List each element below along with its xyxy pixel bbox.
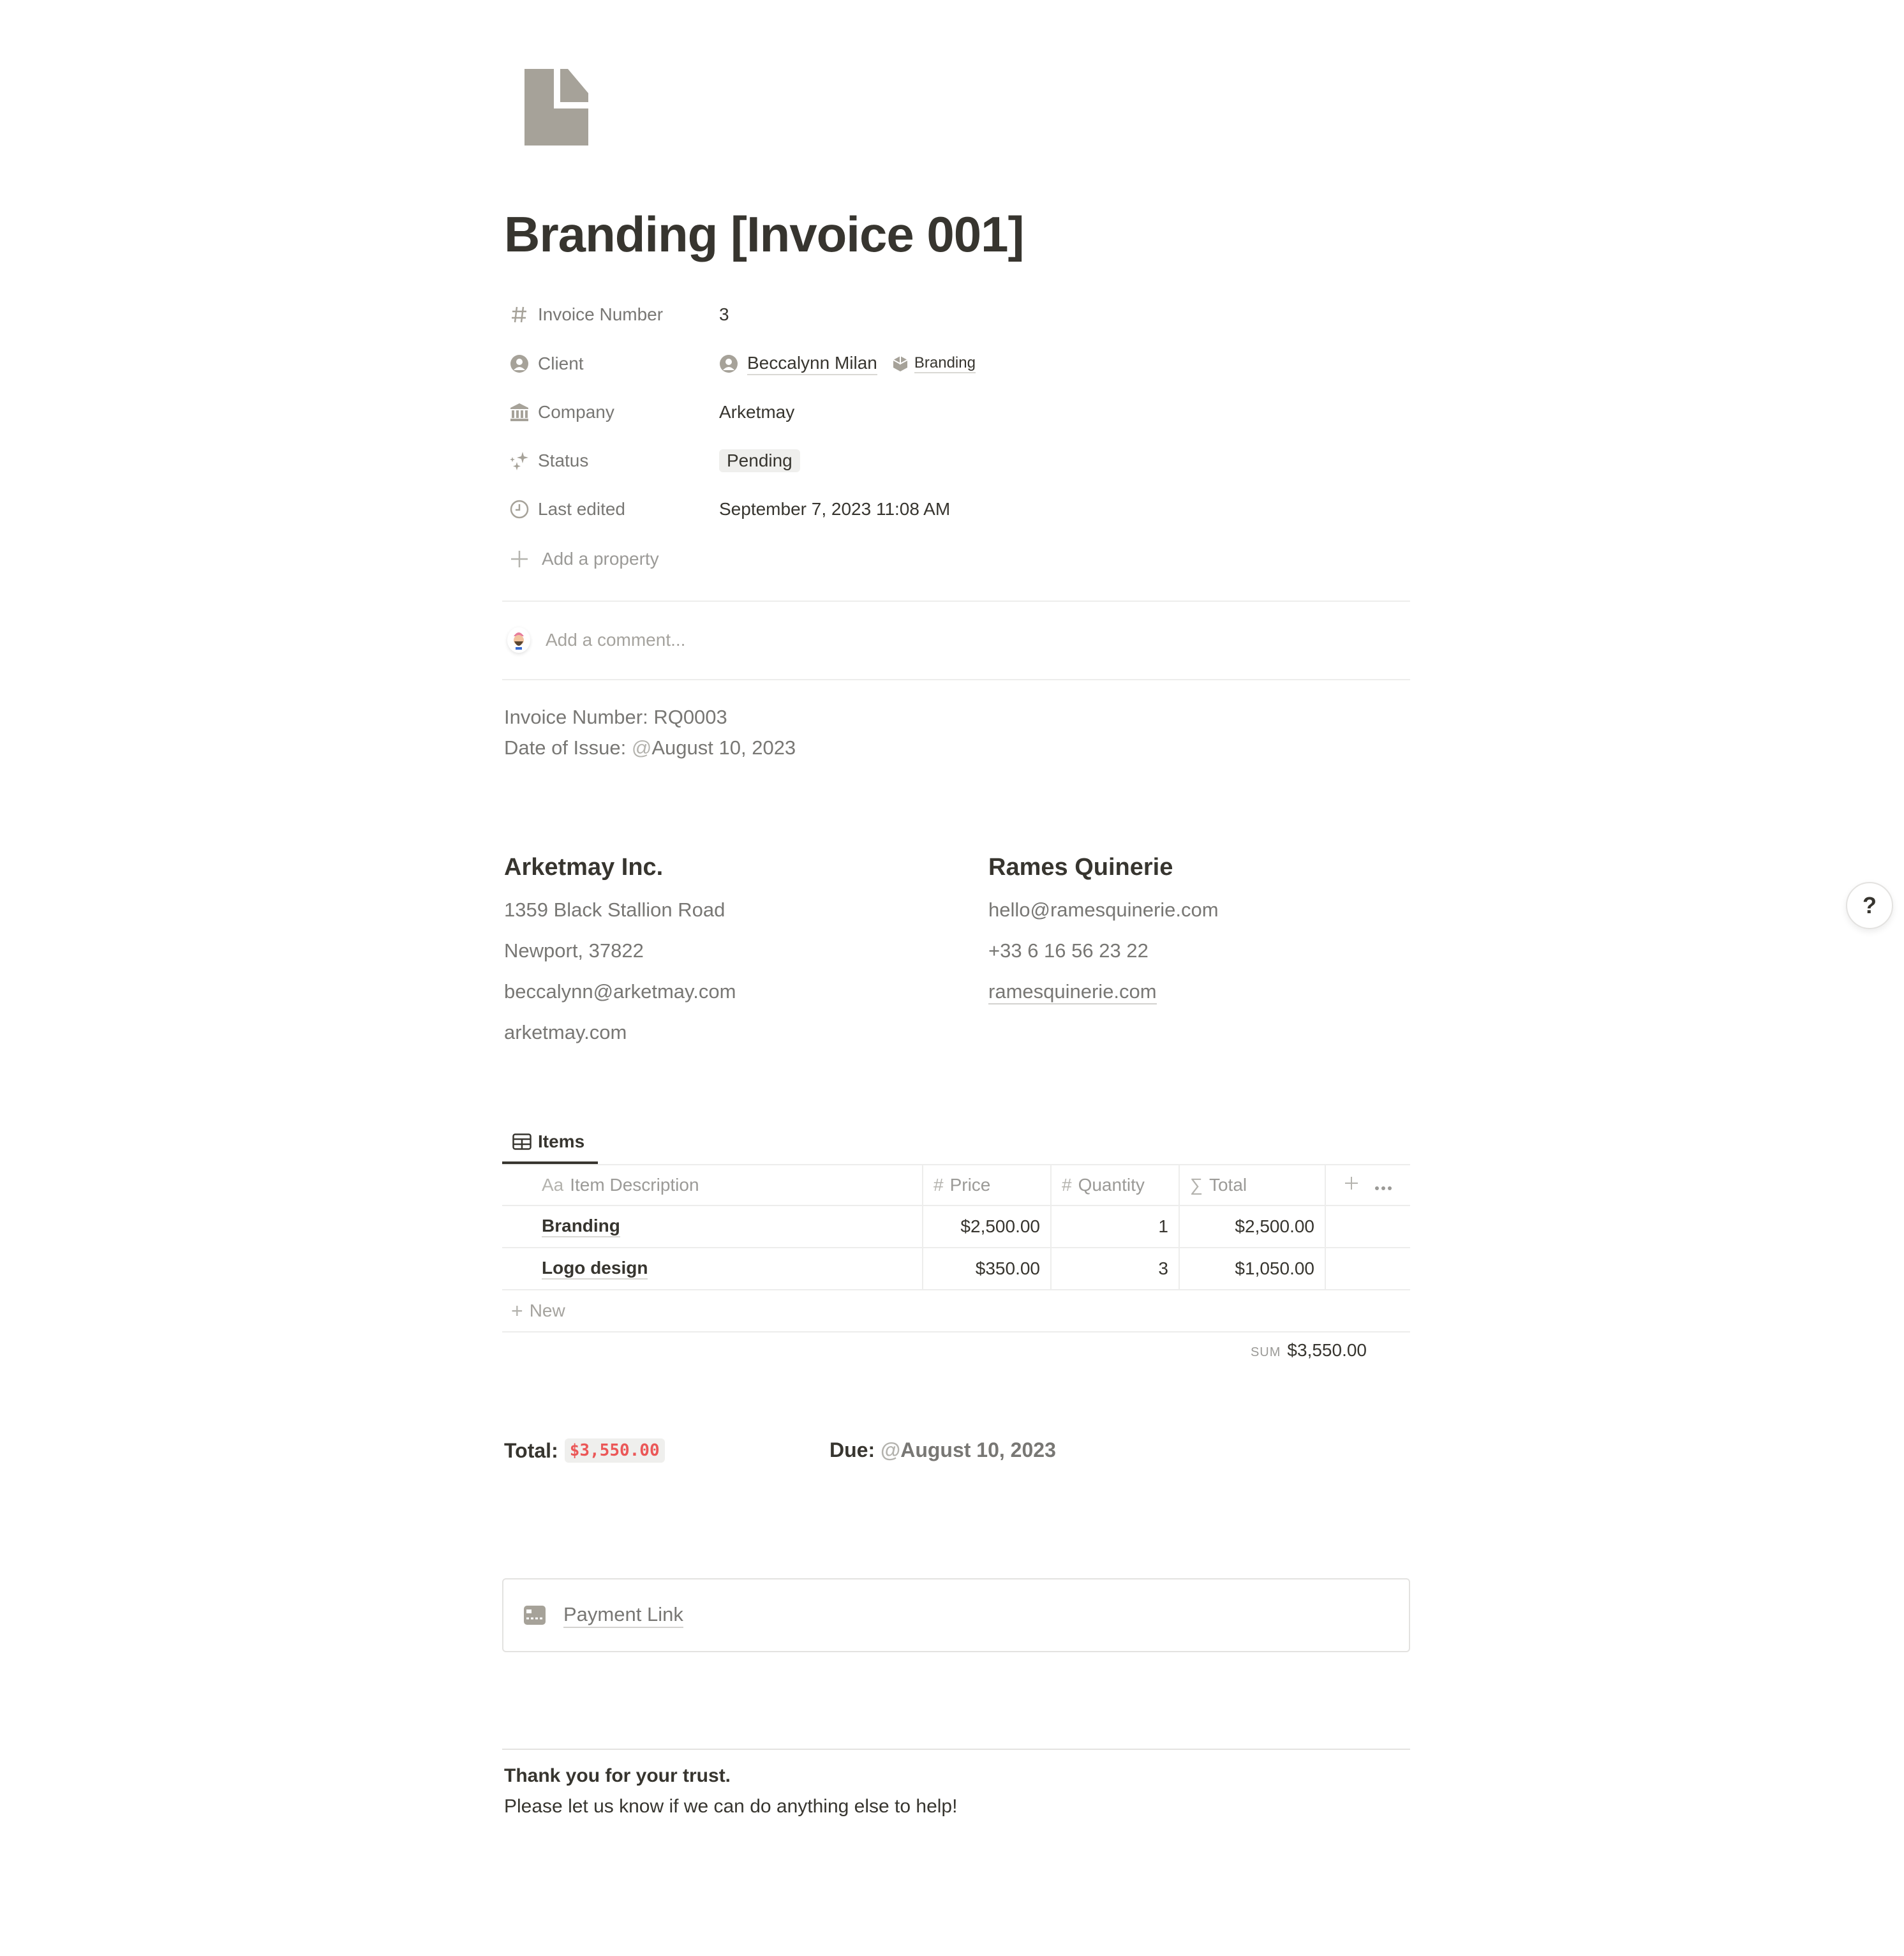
table-row[interactable]: Logo design $350.00 3 $1,050.00 [502, 1248, 1410, 1290]
sum-label: SUM [1250, 1345, 1281, 1359]
property-value: September 7, 2023 11:08 AM [719, 499, 951, 519]
total-line: Total: $3,550.00 [504, 1438, 665, 1463]
thanks-heading: Thank you for your trust. [504, 1765, 731, 1786]
page-content: Branding [Invoice 001] Invoice Number 3 … [502, 0, 1410, 1956]
client-person-mention[interactable]: Beccalynn Milan [719, 352, 877, 375]
property-label: Invoice Number [538, 304, 664, 324]
sigma-icon: ∑ [1190, 1175, 1203, 1195]
item-quantity[interactable]: 3 [1052, 1248, 1180, 1289]
page-title[interactable]: Branding [Invoice 001] [504, 205, 1025, 264]
payment-link-callout[interactable]: Payment Link [502, 1578, 1410, 1652]
sender-email: beccalynn@arketmay.com [504, 980, 736, 1003]
payment-link[interactable]: Payment Link [563, 1602, 683, 1628]
table-row[interactable]: Branding $2,500.00 1 $2,500.00 [502, 1206, 1410, 1248]
credit-card-icon [524, 1606, 546, 1625]
recipient-email: hello@ramesquinerie.com [988, 899, 1219, 921]
new-row-button[interactable]: + New [502, 1290, 1410, 1333]
client-project-mention[interactable]: Branding [893, 354, 976, 374]
column-header-total[interactable]: ∑ Total [1180, 1165, 1326, 1205]
divider [502, 679, 1410, 680]
hash-icon [510, 305, 529, 324]
date-mention[interactable]: August 10, 2023 [651, 736, 796, 759]
total-value: $3,550.00 [564, 1438, 665, 1463]
sender-name: Arketmay Inc. [504, 854, 664, 881]
divider [502, 1749, 1410, 1750]
sender-website: arketmay.com [504, 1021, 627, 1043]
property-client[interactable]: Client Beccalynn Milan Branding [502, 345, 1410, 383]
comment-input[interactable]: Add a comment... [546, 630, 685, 650]
divider [502, 601, 1410, 602]
due-line: Due: @August 10, 2023 [829, 1438, 1056, 1461]
cube-icon [893, 355, 908, 372]
tab-items[interactable]: Items [502, 1122, 598, 1164]
item-description[interactable]: Logo design [502, 1248, 923, 1289]
property-company[interactable]: Company Arketmay [502, 393, 1410, 431]
item-total: $1,050.00 [1180, 1248, 1326, 1289]
client-name: Beccalynn Milan [747, 352, 877, 375]
table-header: Aa Item Description # Price # Quantity ∑ Tot… [502, 1164, 1410, 1206]
invoice-number-line: Invoice Number: RQ0003 [504, 706, 727, 728]
hash-icon: # [933, 1175, 944, 1195]
items-table: Aa Item Description # Price # Quantity ∑ Tot… [502, 1164, 1410, 1333]
column-header-description[interactable]: Aa Item Description [502, 1165, 923, 1205]
due-date-mention[interactable]: August 10, 2023 [900, 1438, 1056, 1461]
thanks-message: Please let us know if we can do anything… [504, 1796, 958, 1817]
avatar [507, 627, 530, 653]
recipient-name: Rames Quinerie [988, 854, 1173, 881]
add-property-label: Add a property [542, 549, 659, 569]
add-column-icon[interactable] [1344, 1175, 1359, 1195]
property-label: Company [538, 402, 614, 422]
column-header-price[interactable]: # Price [923, 1165, 1052, 1205]
status-badge[interactable]: Pending [719, 449, 800, 472]
item-description[interactable]: Branding [502, 1206, 923, 1247]
sum-value: $3,550.00 [1287, 1340, 1367, 1360]
text-type-icon: Aa [542, 1175, 564, 1195]
item-quantity[interactable]: 1 [1052, 1206, 1180, 1247]
person-circle-icon [510, 354, 529, 373]
total-label: Total: [504, 1438, 558, 1462]
hash-icon: # [1062, 1175, 1072, 1195]
property-label: Client [538, 354, 584, 373]
table-icon [512, 1133, 532, 1150]
property-value[interactable]: 3 [719, 304, 729, 325]
tab-label: Items [538, 1131, 585, 1151]
sender-address1: 1359 Black Stallion Road [504, 899, 725, 921]
item-price[interactable]: $350.00 [923, 1248, 1052, 1289]
plus-icon [510, 549, 529, 569]
date-of-issue-line: Date of Issue: @August 10, 2023 [504, 736, 796, 759]
property-last-edited[interactable]: Last edited September 7, 2023 11:08 AM [502, 490, 1410, 528]
item-price[interactable]: $2,500.00 [923, 1206, 1052, 1247]
bank-icon [510, 403, 529, 422]
add-property-button[interactable]: Add a property [502, 540, 1410, 578]
sum-calculation[interactable]: SUM $3,550.00 [1191, 1340, 1367, 1361]
property-value[interactable]: Arketmay [719, 402, 794, 422]
clock-icon [510, 500, 529, 519]
recipient-phone: +33 6 16 56 23 22 [988, 939, 1149, 962]
property-label: Last edited [538, 499, 625, 519]
column-header-quantity[interactable]: # Quantity [1052, 1165, 1180, 1205]
plus-icon: + [511, 1299, 523, 1322]
help-button[interactable]: ? [1846, 882, 1893, 929]
comment-bar[interactable]: Add a comment... [507, 627, 685, 653]
document-icon[interactable] [524, 69, 588, 146]
recipient-website-link[interactable]: ramesquinerie.com [988, 980, 1157, 1004]
property-label: Status [538, 451, 589, 470]
property-invoice-number[interactable]: Invoice Number 3 [502, 295, 1410, 334]
client-project: Branding [914, 354, 976, 374]
item-total: $2,500.00 [1180, 1206, 1326, 1247]
property-status[interactable]: Status Pending [502, 442, 1410, 480]
more-options-icon[interactable] [1374, 1175, 1392, 1195]
sender-address2: Newport, 37822 [504, 939, 644, 962]
at-symbol: @ [631, 736, 652, 759]
person-circle-icon [719, 354, 738, 373]
due-label: Due: [829, 1438, 875, 1461]
sparkle-icon [510, 451, 529, 470]
